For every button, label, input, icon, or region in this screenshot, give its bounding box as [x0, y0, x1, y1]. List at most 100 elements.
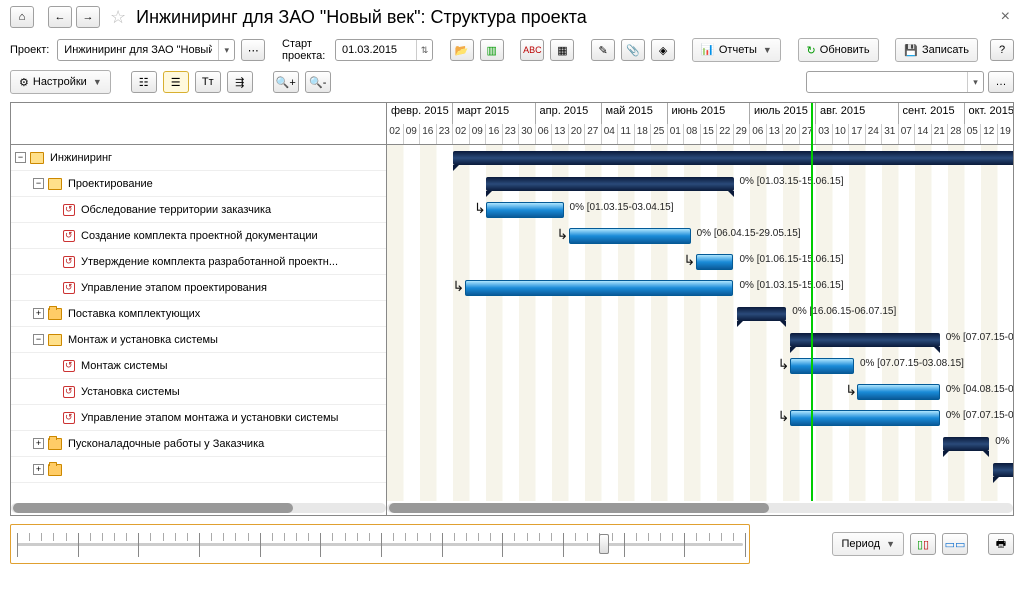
link-arrow-icon: ↳ — [684, 252, 696, 269]
save-button[interactable]: 💾 Записать — [895, 38, 978, 62]
task-icon — [63, 282, 75, 294]
task-bar[interactable] — [465, 280, 734, 296]
help-button[interactable]: ? — [990, 39, 1014, 61]
task-icon — [63, 230, 75, 242]
task-bar[interactable] — [696, 254, 734, 270]
back-button[interactable]: ← — [48, 6, 72, 28]
forward-button[interactable]: → — [76, 6, 100, 28]
zoom-handle[interactable] — [599, 534, 609, 554]
settings-button[interactable]: ⚙ Настройки ▼ — [10, 70, 111, 94]
start-input[interactable] — [336, 40, 416, 60]
refresh-button[interactable]: ↻ Обновить — [798, 38, 879, 62]
save-icon: 💾 — [904, 44, 918, 57]
zoom-out-button[interactable]: 🔍- — [305, 71, 331, 93]
tasks-scrollbar[interactable] — [11, 503, 386, 513]
task-row[interactable]: +Поставка комплектующих — [11, 301, 386, 327]
summary-bar[interactable] — [453, 151, 1013, 165]
task-row[interactable]: −Инжиниринг — [11, 145, 386, 171]
month-header: февр. 2015 — [387, 103, 453, 124]
timeline-scrollbar[interactable] — [387, 503, 1013, 513]
layout-b-button[interactable]: ▭▭ — [942, 533, 968, 555]
task-bar[interactable] — [569, 228, 691, 244]
summary-bar[interactable] — [943, 437, 989, 451]
layout-a-button[interactable]: ▯▯ — [910, 533, 936, 555]
project-input[interactable] — [58, 40, 218, 60]
expand-icon[interactable]: + — [33, 464, 44, 475]
collapse-icon[interactable]: − — [33, 334, 44, 345]
expand-icon[interactable]: + — [33, 438, 44, 449]
project-select-button[interactable]: ⋯ — [241, 39, 265, 61]
edit-button[interactable]: ✎ — [591, 39, 615, 61]
week-header: 28 — [948, 124, 965, 145]
week-header: 29 — [734, 124, 751, 145]
filter-drop-icon[interactable]: ▾ — [967, 72, 983, 92]
month-header: апр. 2015 — [536, 103, 602, 124]
week-header: 17 — [849, 124, 866, 145]
task-row[interactable]: Установка системы — [11, 379, 386, 405]
reports-button[interactable]: 📊 Отчеты ▼ — [692, 38, 781, 62]
text-mode-button[interactable]: Tт — [195, 71, 221, 93]
task-row[interactable]: Управление этапом монтажа и установки си… — [11, 405, 386, 431]
schedule-a-button[interactable]: ABC — [520, 39, 544, 61]
package-button[interactable]: ◈ — [651, 39, 675, 61]
week-header: 15 — [701, 124, 718, 145]
task-bar[interactable] — [857, 384, 940, 400]
task-row[interactable]: +Пусконаладочные работы у Заказчика — [11, 431, 386, 457]
folder-icon — [48, 464, 62, 476]
task-name: Обследование территории заказчика — [81, 204, 271, 216]
project-dropdown-icon[interactable]: ▾ — [218, 40, 234, 60]
zoom-ruler[interactable] — [10, 524, 750, 564]
task-row[interactable]: Управление этапом проектирования — [11, 275, 386, 301]
schedule-b-button[interactable]: ▦ — [550, 39, 574, 61]
task-name: Создание комплекта проектной документаци… — [81, 230, 318, 242]
folder-icon — [48, 334, 62, 346]
date-step-icon[interactable]: ⇅ — [416, 40, 432, 60]
gantt-timeline[interactable]: февр. 2015март 2015апр. 2015май 2015июнь… — [387, 103, 1013, 501]
task-row[interactable]: Монтаж системы — [11, 353, 386, 379]
week-header: 27 — [585, 124, 602, 145]
task-bar[interactable] — [790, 358, 854, 374]
link-arrow-icon: ↳ — [778, 356, 790, 373]
project-combo[interactable]: ▾ — [57, 39, 235, 61]
task-bar[interactable] — [486, 202, 564, 218]
summary-bar[interactable] — [993, 463, 1013, 477]
month-header: март 2015 — [453, 103, 536, 124]
open-folder-button[interactable]: 📂 — [450, 39, 474, 61]
task-row[interactable]: + — [11, 457, 386, 483]
summary-bar[interactable] — [486, 177, 734, 191]
filter-combo[interactable]: ▾ — [806, 71, 984, 93]
more-button[interactable]: … — [988, 71, 1014, 93]
print-button[interactable]: 🖶 — [988, 533, 1014, 555]
summary-bar[interactable] — [737, 307, 787, 321]
home-button[interactable]: ⌂ — [10, 6, 34, 28]
collapse-icon[interactable]: − — [33, 178, 44, 189]
tree-button[interactable]: ⇶ — [227, 71, 253, 93]
bar-label: 0% [07.07.15-03.08.15] — [860, 358, 964, 369]
week-header: 11 — [618, 124, 635, 145]
expand-icon[interactable]: + — [33, 308, 44, 319]
filter-input[interactable] — [807, 72, 967, 92]
task-row[interactable]: Утверждение комплекта разработанной прое… — [11, 249, 386, 275]
hierarchy-view-button[interactable]: ☷ — [131, 71, 157, 93]
zoom-in-button[interactable]: 🔍+ — [273, 71, 299, 93]
week-header: 20 — [783, 124, 800, 145]
chevron-down-icon: ▼ — [93, 77, 102, 87]
bar-label: 0% [01.03.15-15.06.15] — [740, 280, 844, 291]
task-row[interactable]: −Проектирование — [11, 171, 386, 197]
start-date[interactable]: ⇅ — [335, 39, 433, 61]
star-icon[interactable]: ☆ — [110, 7, 126, 28]
task-row[interactable]: Создание комплекта проектной документаци… — [11, 223, 386, 249]
close-icon[interactable]: × — [997, 8, 1014, 26]
task-list: −Инжиниринг−Проектирование Обследование т… — [11, 103, 387, 501]
period-button[interactable]: Период ▼ — [832, 532, 904, 556]
week-header: 14 — [915, 124, 932, 145]
task-row[interactable]: Обследование территории заказчика — [11, 197, 386, 223]
week-header: 02 — [453, 124, 470, 145]
task-row[interactable]: −Монтаж и установка системы — [11, 327, 386, 353]
collapse-icon[interactable]: − — [15, 152, 26, 163]
flat-view-button[interactable]: ☰ — [163, 71, 189, 93]
week-header: 19 — [998, 124, 1014, 145]
attach-button[interactable]: 📎 — [621, 39, 645, 61]
bar-label: 0% [06.04.15-29.05.15] — [697, 228, 801, 239]
doc-button[interactable]: ▥ — [480, 39, 504, 61]
